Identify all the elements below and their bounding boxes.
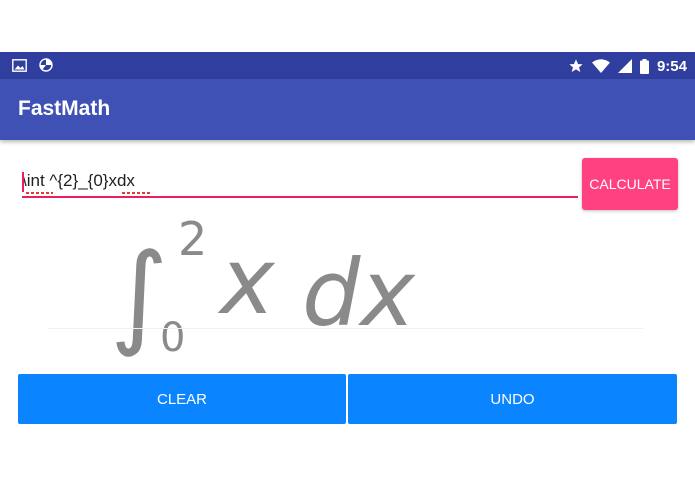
integrand: x: [217, 228, 276, 335]
latex-input[interactable]: \int ^{2}_{0}xdx: [22, 168, 578, 200]
status-left-icons: [12, 58, 53, 72]
app-bar: FastMath: [0, 79, 695, 140]
spellcheck-underline: [26, 192, 53, 194]
lower-limit: 0: [160, 315, 185, 361]
status-right-icons: 9:54: [568, 56, 687, 76]
star-icon: [568, 58, 584, 74]
app-notification-icon: [39, 58, 53, 72]
formula-divider: [48, 328, 643, 329]
differential: dx: [302, 240, 416, 347]
top-margin: [0, 0, 695, 52]
rendered-formula: ∫ 2 0 x dx: [0, 205, 695, 365]
wifi-icon: [591, 59, 610, 73]
calculate-button[interactable]: CALCULATE: [582, 158, 678, 210]
spellcheck-underline: [122, 192, 151, 194]
upper-limit: 2: [178, 212, 207, 266]
text-cursor: [22, 172, 24, 192]
input-underline: [22, 196, 578, 198]
latex-input-text[interactable]: \int ^{2}_{0}xdx: [22, 171, 135, 191]
undo-button[interactable]: UNDO: [348, 374, 677, 424]
status-time: 9:54: [656, 57, 687, 75]
image-icon: [12, 58, 27, 72]
app-title: FastMath: [18, 97, 111, 120]
status-bar: 9:54: [0, 52, 695, 79]
signal-icon: [617, 59, 632, 73]
clear-button[interactable]: CLEAR: [18, 374, 346, 424]
battery-icon: [639, 58, 649, 74]
